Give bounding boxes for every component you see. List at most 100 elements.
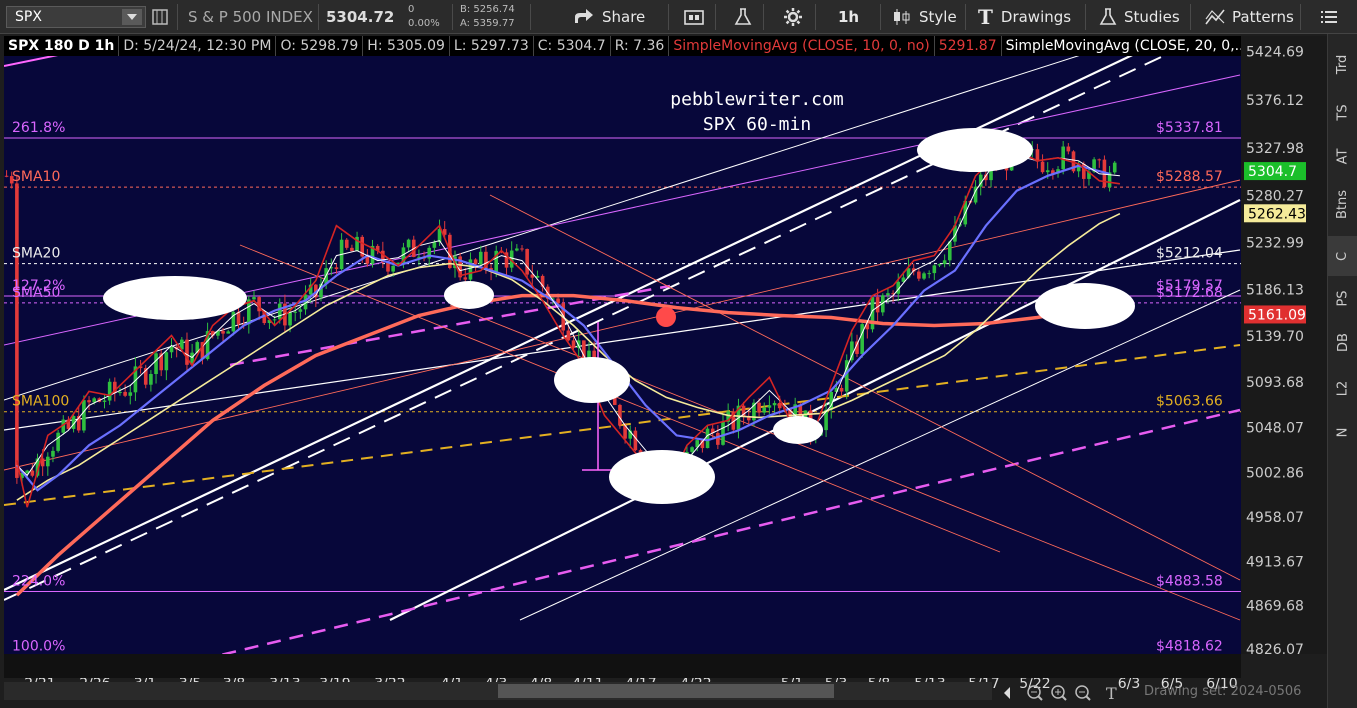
candle xyxy=(824,402,828,438)
level-right-label: $5337.81 xyxy=(1156,120,1223,136)
trend-line xyxy=(4,179,1241,471)
drawings-button[interactable]: T Drawings xyxy=(978,0,1071,34)
level-left-label: 261.8% xyxy=(12,120,65,136)
candle-body xyxy=(1066,146,1071,152)
candle-body xyxy=(82,400,86,431)
right-tab-btns[interactable]: Btns xyxy=(1328,184,1357,224)
candle-body xyxy=(1040,161,1045,173)
level-right-label: $5172.68 xyxy=(1156,285,1223,301)
right-tab-db[interactable]: DB xyxy=(1328,322,1357,362)
candle-body xyxy=(102,400,107,402)
scroll-thumb[interactable] xyxy=(498,684,834,698)
right-tab-c[interactable]: C xyxy=(1328,236,1357,276)
net-change-pct: 0.00% xyxy=(408,18,440,29)
candle xyxy=(149,370,153,392)
zoom-reset-icon[interactable] xyxy=(1075,685,1091,701)
horizontal-scrollbar[interactable] xyxy=(4,682,992,700)
candle xyxy=(855,334,859,357)
candle-body xyxy=(169,346,174,353)
patterns-button[interactable]: Patterns xyxy=(1204,0,1294,34)
candle xyxy=(1040,154,1045,174)
candle-body xyxy=(716,432,720,445)
candle xyxy=(123,384,127,398)
candle-body xyxy=(277,303,282,320)
right-tab-trd[interactable]: Trd xyxy=(1328,44,1357,84)
candle xyxy=(1066,143,1071,155)
top-toolbar: SPX S & P 500 INDEX 5304.72 0 0.00% B: 5… xyxy=(0,0,1357,34)
candle xyxy=(370,239,375,268)
bar-open: O: 5298.79 xyxy=(276,36,364,56)
flex-grid-icon[interactable] xyxy=(684,0,706,34)
candle xyxy=(1081,161,1086,189)
zoom-tools: T Drawing set: 2024-0506 xyxy=(996,680,1326,704)
share-button[interactable]: Share xyxy=(572,0,645,34)
candle xyxy=(917,267,921,282)
price-label-text: 5161.09 xyxy=(1248,307,1306,323)
scroll-left-icon[interactable] xyxy=(1004,687,1010,699)
gear-icon[interactable] xyxy=(783,0,803,34)
candle-body xyxy=(705,428,710,449)
candle-body xyxy=(252,297,256,300)
candle xyxy=(509,241,514,273)
share-icon xyxy=(575,9,593,23)
candle-body xyxy=(937,264,942,266)
candle xyxy=(927,270,931,279)
sma10-study-label[interactable]: SimpleMovingAvg (CLOSE, 10, 0, no) xyxy=(669,36,935,56)
flask-icon[interactable] xyxy=(733,0,753,34)
candle-body xyxy=(298,309,303,312)
candle xyxy=(102,393,107,409)
candle-body xyxy=(30,470,35,476)
candle-body xyxy=(875,297,880,313)
candle xyxy=(767,395,772,414)
candle-body xyxy=(432,242,437,248)
trend-line xyxy=(219,408,1241,654)
candle xyxy=(169,338,174,359)
price-tick-label: 5327.98 xyxy=(1246,141,1304,157)
right-tab-label: Trd xyxy=(1335,54,1351,74)
chart-period: SPX 180 D 1h xyxy=(4,36,120,56)
right-tab-ps[interactable]: PS xyxy=(1328,278,1357,318)
candle-body xyxy=(571,340,576,348)
right-tab-n[interactable]: N xyxy=(1328,412,1357,452)
candle xyxy=(56,429,60,453)
candle-body xyxy=(344,239,349,248)
style-button[interactable]: Style xyxy=(891,0,957,34)
date-axis[interactable] xyxy=(4,654,1241,678)
right-tab-at[interactable]: AT xyxy=(1328,136,1357,176)
candle xyxy=(932,264,937,280)
price-tick-label: 5232.99 xyxy=(1246,236,1304,252)
candle xyxy=(375,244,380,255)
candle-body xyxy=(566,330,571,341)
candle xyxy=(344,238,349,250)
zoom-in-icon[interactable] xyxy=(1051,685,1067,701)
chart-area[interactable]: 2/212/263/13/53/83/133/193/224/14/34/84/… xyxy=(0,34,1357,708)
trend-line xyxy=(389,199,1241,621)
right-tab-label: PS xyxy=(1335,289,1351,307)
drawing-set-label: Drawing set: 2024-0506 xyxy=(1144,684,1302,699)
candle-body xyxy=(721,421,725,445)
level-right-label: $4818.62 xyxy=(1156,638,1223,654)
highlight-ellipse xyxy=(773,416,823,444)
candle xyxy=(870,297,875,333)
menu-icon[interactable] xyxy=(1320,0,1338,34)
sma20-study-label[interactable]: SimpleMovingAvg (CLOSE, 20, 0,... xyxy=(1002,36,1241,56)
right-tab-ts[interactable]: TS xyxy=(1328,92,1357,132)
zoom-out-icon[interactable] xyxy=(1027,685,1043,701)
bid-price: B: 5256.74 xyxy=(460,4,515,15)
drawings-label: Drawings xyxy=(1000,8,1072,26)
price-chart[interactable]: 2/212/263/13/53/83/133/193/224/14/34/84/… xyxy=(0,34,1327,708)
level-right-label: $4883.58 xyxy=(1156,574,1223,590)
candle-body xyxy=(87,400,91,403)
timeframe-button[interactable]: 1h xyxy=(838,0,859,34)
chevron-down-icon[interactable] xyxy=(122,9,142,25)
right-tab-l2[interactable]: L2 xyxy=(1328,368,1357,408)
candle xyxy=(540,274,545,292)
studies-button[interactable]: Studies xyxy=(1098,0,1180,34)
price-tick-label: 4958.07 xyxy=(1246,510,1304,526)
drawing-tool-icon[interactable]: T xyxy=(1106,684,1117,703)
candle-body xyxy=(350,247,354,252)
candle-body xyxy=(525,249,529,275)
bar-range: R: 7.36 xyxy=(611,36,670,56)
sma10-study-value: 5291.87 xyxy=(935,36,1002,56)
settings-icon[interactable] xyxy=(152,0,168,34)
